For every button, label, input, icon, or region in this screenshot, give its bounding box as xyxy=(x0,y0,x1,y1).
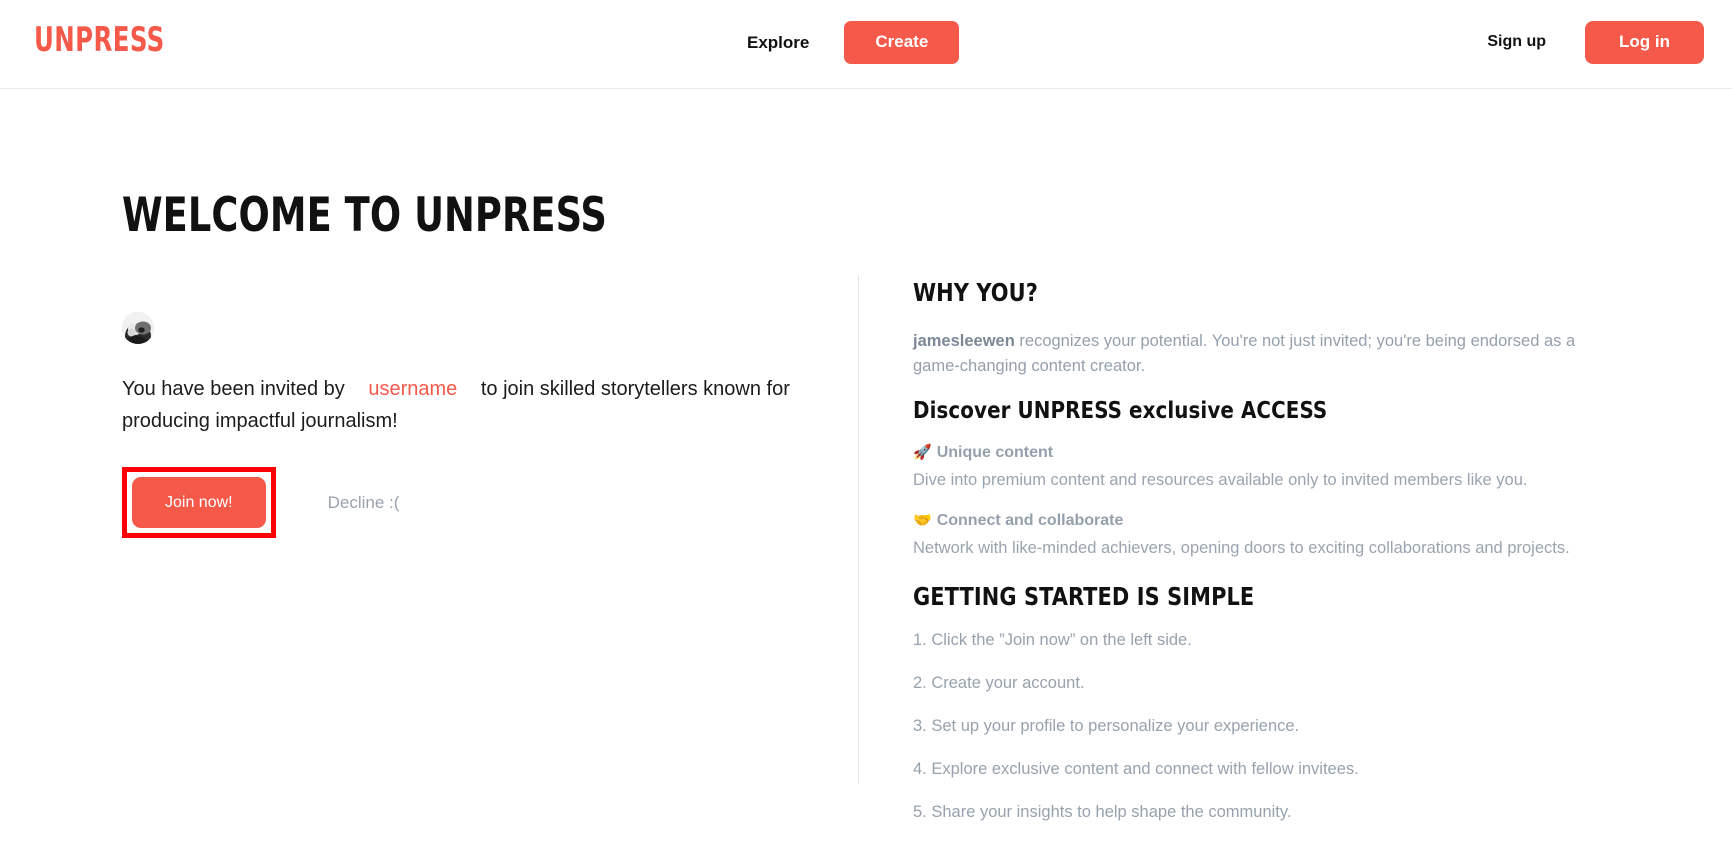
why-you-heading: WHY YOU? xyxy=(913,278,1038,307)
top-navbar: UNPRESS Explore Create Sign up Log in xyxy=(0,0,1732,89)
nav-link-explore[interactable]: Explore xyxy=(745,26,811,59)
feature-connect-collaborate-desc: Network with like-minded achievers, open… xyxy=(913,539,1570,558)
create-button[interactable]: Create xyxy=(844,21,960,64)
feature-unique-content-label: Unique content xyxy=(936,443,1054,461)
login-button[interactable]: Log in xyxy=(1585,21,1704,64)
getting-started-heading: GETTING STARTED IS SIMPLE xyxy=(913,582,1255,612)
invitation-right-panel: WHY YOU? jamesleewen recognizes your pot… xyxy=(913,278,1618,844)
invitation-page: WELCOME TO UNPRESS You have been invited… xyxy=(0,89,1732,849)
feature-connect-collaborate-title: 🤝 Connect and collaborate xyxy=(913,510,1618,532)
feature-unique-content-title: 🚀 Unique content xyxy=(913,442,1618,464)
join-now-button[interactable]: Join now! xyxy=(132,477,266,529)
navbar-center-group: Explore Create xyxy=(745,21,960,64)
decline-button[interactable]: Decline :( xyxy=(328,493,400,513)
handshake-icon: 🤝 xyxy=(913,511,932,529)
list-item: 1. Click the ”Join now” on the left side… xyxy=(913,631,1192,650)
nav-link-signup[interactable]: Sign up xyxy=(1485,26,1548,58)
page-title: WELCOME TO UNPRESS xyxy=(122,188,607,243)
list-item: 4. Explore exclusive content and connect… xyxy=(913,759,1359,778)
invitation-actions: Join now! Decline :( xyxy=(122,467,812,539)
rocket-icon: 🚀 xyxy=(913,442,932,461)
feature-unique-content: 🚀 Unique content Dive into premium conten… xyxy=(913,442,1618,493)
navbar-right-group: Sign up Log in xyxy=(1485,21,1704,64)
list-item: 3. Set up your profile to personalize yo… xyxy=(913,716,1300,735)
feature-unique-content-desc: Dive into premium content and resources … xyxy=(913,471,1528,490)
feature-connect-collaborate: 🤝 Connect and collaborate Network with li… xyxy=(913,510,1618,561)
invitation-prefix: You have been invited by xyxy=(122,378,345,401)
inviter-avatar xyxy=(122,312,154,345)
invitation-left-panel: WELCOME TO UNPRESS You have been invited… xyxy=(122,188,812,539)
user-photo-avatar-icon xyxy=(122,312,154,345)
unpress-logo[interactable]: UNPRESS xyxy=(34,23,165,57)
getting-started-steps: 1. Click the ”Join now” on the left side… xyxy=(913,629,1618,825)
discover-access-heading: Discover UNPRESS exclusive ACCESS xyxy=(913,398,1328,425)
feature-connect-collaborate-label: Connect and collaborate xyxy=(936,512,1124,529)
inviter-username[interactable]: username xyxy=(350,378,475,400)
column-divider xyxy=(858,275,859,783)
invitation-message: You have been invited by username to joi… xyxy=(122,373,792,437)
list-item: 2. Create your account. xyxy=(913,673,1085,692)
join-button-highlight-annotation: Join now! xyxy=(122,467,276,539)
endorser-username: jamesleewen xyxy=(913,331,1015,350)
list-item: 5. Share your insights to help shape the… xyxy=(913,802,1292,821)
why-you-body: jamesleewen recognizes your potential. Y… xyxy=(913,329,1603,379)
